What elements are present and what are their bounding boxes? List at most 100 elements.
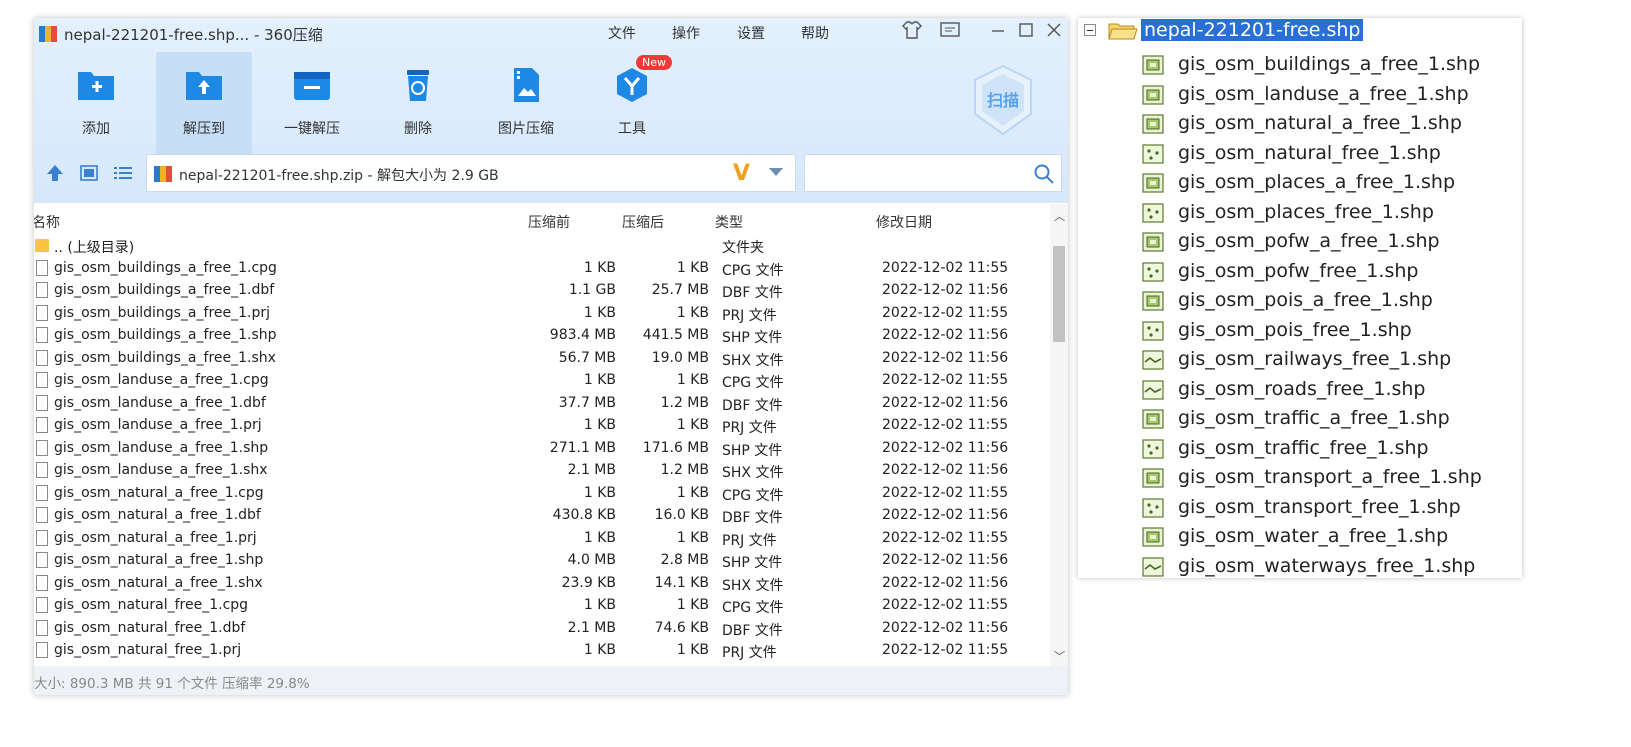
- tree-item[interactable]: gis_osm_places_a_free_1.shp: [1142, 170, 1512, 198]
- table-row[interactable]: gis_osm_buildings_a_free_1.shp 983.4 MB 44…: [34, 325, 1050, 348]
- one-click-extract-button[interactable]: 一键解压: [264, 52, 360, 156]
- tree-item-label: gis_osm_natural_free_1.shp: [1178, 141, 1441, 164]
- tree-item[interactable]: gis_osm_pofw_a_free_1.shp: [1142, 229, 1512, 257]
- tree-item[interactable]: gis_osm_traffic_free_1.shp: [1142, 436, 1512, 464]
- table-row[interactable]: .. (上级目录) 文件夹: [34, 235, 1050, 258]
- search-icon[interactable]: [1033, 163, 1055, 185]
- scroll-up-icon[interactable]: ︿: [1054, 208, 1065, 224]
- address-bar[interactable]: nepal-221201-free.shp.zip - 解包大小为 2.9 GB…: [146, 154, 796, 192]
- tree-item-label: gis_osm_traffic_a_free_1.shp: [1178, 407, 1450, 429]
- tree-item[interactable]: gis_osm_buildings_a_free_1.shp: [1142, 52, 1512, 80]
- tree-item[interactable]: gis_osm_roads_free_1.shp: [1142, 377, 1512, 405]
- file-icon: [36, 642, 48, 658]
- modified-date: 2022-12-02 11:55: [882, 484, 1009, 501]
- image-compress-button[interactable]: 图片压缩: [478, 52, 574, 156]
- modified-date: 2022-12-02 11:56: [882, 282, 1009, 298]
- status-bar: 大小: 890.3 MB 共 91 个文件 压缩率 29.8%: [34, 666, 1068, 695]
- menu-settings[interactable]: 设置: [737, 23, 765, 43]
- file-name: gis_osm_natural_a_free_1.dbf: [54, 507, 261, 523]
- table-row[interactable]: gis_osm_buildings_a_free_1.prj 1 KB 1 KB PR…: [34, 303, 1050, 326]
- scan-shield-icon[interactable]: 扫描: [971, 64, 1035, 136]
- table-row[interactable]: gis_osm_natural_a_free_1.cpg 1 KB 1 KB CPG …: [34, 483, 1050, 506]
- table-row[interactable]: gis_osm_natural_a_free_1.shx 23.9 KB 14.1 …: [34, 573, 1050, 596]
- column-header-before[interactable]: 压缩前: [528, 212, 570, 232]
- table-row[interactable]: gis_osm_landuse_a_free_1.cpg 1 KB 1 KB CPG …: [34, 370, 1050, 393]
- v-logo-icon[interactable]: V: [733, 161, 750, 186]
- tree-item-label: gis_osm_roads_free_1.shp: [1178, 377, 1426, 400]
- size-after: 2.8 MB: [660, 552, 709, 568]
- polygon-layer-icon: [1142, 84, 1164, 105]
- file-name: gis_osm_buildings_a_free_1.prj: [54, 304, 271, 321]
- column-header-name[interactable]: 名称: [34, 212, 60, 232]
- column-header-type[interactable]: 类型: [715, 212, 743, 232]
- table-row[interactable]: gis_osm_natural_free_1.dbf 2.1 MB 74.6 KB D…: [34, 618, 1050, 641]
- scan-label: 扫描: [987, 91, 1019, 110]
- column-header-after[interactable]: 压缩后: [622, 212, 664, 232]
- menu-help[interactable]: 帮助: [801, 23, 829, 43]
- size-after: 14.1 KB: [654, 574, 709, 591]
- delete-button[interactable]: 删除: [370, 52, 466, 156]
- line-layer-icon: [1142, 379, 1164, 400]
- add-button[interactable]: 添加: [48, 52, 144, 156]
- skin-shirt-icon[interactable]: [898, 20, 926, 46]
- table-row[interactable]: gis_osm_natural_a_free_1.prj 1 KB 1 KB PRJ …: [34, 528, 1050, 551]
- file-name: gis_osm_buildings_a_free_1.shp: [54, 327, 277, 343]
- menu-operation[interactable]: 操作: [672, 23, 700, 43]
- minimize-button[interactable]: [984, 20, 1012, 46]
- size-before: 983.4 MB: [549, 327, 616, 343]
- close-button[interactable]: [1040, 20, 1068, 46]
- feedback-icon[interactable]: [936, 20, 964, 46]
- table-row[interactable]: gis_osm_landuse_a_free_1.prj 1 KB 1 KB PRJ …: [34, 415, 1050, 438]
- tree-item[interactable]: gis_osm_natural_a_free_1.shp: [1142, 111, 1512, 139]
- file-icon: [36, 259, 48, 276]
- tree-item[interactable]: gis_osm_transport_a_free_1.shp: [1142, 465, 1512, 493]
- detail-view-icon[interactable]: [78, 162, 100, 184]
- size-before: 271.1 MB: [549, 439, 616, 456]
- scroll-down-icon[interactable]: ﹀: [1054, 648, 1065, 664]
- tree-item[interactable]: gis_osm_water_a_free_1.shp: [1142, 524, 1512, 552]
- tree-item-label: gis_osm_natural_a_free_1.shp: [1178, 112, 1462, 134]
- tree-item[interactable]: gis_osm_pofw_free_1.shp: [1142, 259, 1512, 287]
- tree-item[interactable]: gis_osm_natural_free_1.shp: [1142, 141, 1512, 169]
- menu-file[interactable]: 文件: [608, 23, 636, 43]
- table-row[interactable]: gis_osm_buildings_a_free_1.shx 56.7 MB 19.…: [34, 348, 1050, 371]
- table-row[interactable]: gis_osm_buildings_a_free_1.dbf 1.1 GB 25.7…: [34, 280, 1050, 303]
- table-row[interactable]: gis_osm_landuse_a_free_1.dbf 37.7 MB 1.2 M…: [34, 393, 1050, 416]
- maximize-button[interactable]: [1012, 20, 1040, 46]
- table-row[interactable]: gis_osm_landuse_a_free_1.shx 2.1 MB 1.2 MB…: [34, 460, 1050, 483]
- size-after: 1.2 MB: [660, 394, 709, 411]
- table-row[interactable]: gis_osm_landuse_a_free_1.shp 271.1 MB 171.…: [34, 438, 1050, 461]
- size-before: 4.0 MB: [567, 552, 616, 568]
- scroll-thumb[interactable]: [1053, 246, 1065, 342]
- chevron-down-icon[interactable]: [769, 168, 783, 176]
- tree-item-label: gis_osm_buildings_a_free_1.shp: [1178, 53, 1481, 75]
- file-type: PRJ 文件: [722, 307, 777, 324]
- file-icon: [36, 552, 48, 568]
- column-header-date[interactable]: 修改日期: [876, 212, 932, 232]
- tree-item[interactable]: gis_osm_pois_a_free_1.shp: [1142, 288, 1512, 316]
- tree-item-label: gis_osm_landuse_a_free_1.shp: [1178, 82, 1469, 105]
- extract-to-button[interactable]: 解压到: [156, 52, 252, 156]
- collapse-toggle[interactable]: [1084, 24, 1096, 36]
- table-row[interactable]: gis_osm_natural_free_1.cpg 1 KB 1 KB CPG 文件…: [34, 595, 1050, 618]
- tree-item[interactable]: gis_osm_places_free_1.shp: [1142, 200, 1512, 228]
- tree-item[interactable]: gis_osm_transport_free_1.shp: [1142, 495, 1512, 523]
- tree-item-label: gis_osm_waterways_free_1.shp: [1178, 554, 1476, 577]
- search-input[interactable]: [804, 154, 1062, 192]
- tree-item[interactable]: gis_osm_traffic_a_free_1.shp: [1142, 406, 1512, 434]
- top-panel: nepal-221201-free.shp... - 360压缩 文件 操作 设…: [34, 18, 1068, 203]
- tree-item[interactable]: gis_osm_landuse_a_free_1.shp: [1142, 82, 1512, 110]
- modified-date: 2022-12-02 11:56: [882, 327, 1009, 343]
- table-row[interactable]: gis_osm_natural_a_free_1.shp 4.0 MB 2.8 MB…: [34, 550, 1050, 573]
- size-before: 2.1 MB: [567, 619, 616, 636]
- tree-root-label[interactable]: nepal-221201-free.shp: [1141, 19, 1364, 41]
- table-row[interactable]: gis_osm_buildings_a_free_1.cpg 1 KB 1 KB CP…: [34, 258, 1050, 281]
- table-row[interactable]: gis_osm_natural_free_1.prj 1 KB 1 KB PRJ 文件…: [34, 640, 1050, 663]
- tree-item[interactable]: gis_osm_railways_free_1.shp: [1142, 347, 1512, 375]
- tree-item[interactable]: gis_osm_pois_free_1.shp: [1142, 318, 1512, 346]
- vertical-scrollbar[interactable]: ︿ ﹀: [1050, 204, 1068, 666]
- table-row[interactable]: gis_osm_natural_a_free_1.dbf 430.8 KB 16.0…: [34, 505, 1050, 528]
- list-view-icon[interactable]: [112, 162, 134, 184]
- up-arrow-icon[interactable]: [44, 162, 66, 184]
- tree-item[interactable]: gis_osm_waterways_free_1.shp: [1142, 554, 1512, 579]
